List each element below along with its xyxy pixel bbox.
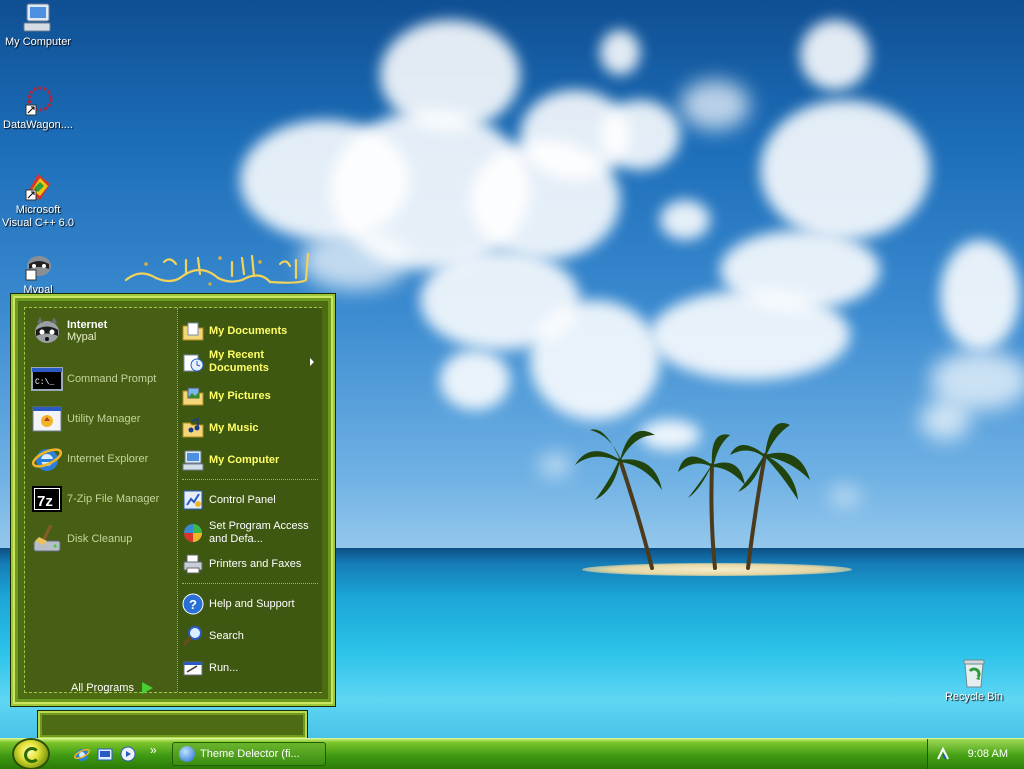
menu-item-label: My Recent Documents xyxy=(209,349,269,374)
quick-launch-media-player-icon[interactable] xyxy=(120,746,136,762)
start-menu: Internet Mypal C:\_ Command Prompt Utili… xyxy=(10,293,336,707)
menu-item-7zip[interactable]: 7z 7-Zip File Manager xyxy=(31,482,159,516)
pinned-title: Internet xyxy=(67,319,108,331)
svg-text:C:\_: C:\_ xyxy=(35,378,54,387)
quick-launch-show-desktop-icon[interactable] xyxy=(97,746,113,762)
quick-launch-ie-icon[interactable] xyxy=(73,746,91,762)
start-menu-right-column: My Documents My Recent Documents My Pict… xyxy=(177,308,322,692)
quick-launch-more-chevron[interactable]: » xyxy=(150,743,157,757)
run-icon xyxy=(182,657,204,679)
menu-item-internet[interactable]: Internet Mypal xyxy=(31,314,107,348)
cmd-icon: C:\_ xyxy=(31,363,63,395)
taskbar-button-theme-delector[interactable]: Theme Delector (fi... xyxy=(172,742,326,766)
calligraphy-ornament xyxy=(124,252,310,286)
menu-item-label: Search xyxy=(209,630,244,642)
menu-item-label: Help and Support xyxy=(209,598,295,610)
ie-icon xyxy=(31,443,63,475)
menu-item-help-support[interactable]: ? Help and Support xyxy=(182,591,295,617)
desktop-icon-mypal[interactable]: Mypal xyxy=(0,250,76,297)
menu-item-label: Utility Manager xyxy=(67,413,141,425)
tray-clock[interactable]: 9:08 AM xyxy=(968,748,1008,760)
menu-item-my-computer[interactable]: My Computer xyxy=(182,447,279,473)
pinned-subtitle: Mypal xyxy=(67,331,97,343)
menu-item-label: Set Program Access and Defa... xyxy=(209,520,309,545)
start-button[interactable] xyxy=(14,740,48,768)
menu-item-label: My Computer xyxy=(209,454,280,466)
submenu-arrow-icon xyxy=(310,358,314,366)
menu-item-label: Run... xyxy=(209,662,239,674)
menu-item-internet-explorer[interactable]: Internet Explorer xyxy=(31,442,148,476)
recent-documents-icon xyxy=(182,351,204,373)
printer-icon xyxy=(182,553,204,575)
menu-item-label: Internet Explorer xyxy=(67,453,149,465)
menu-item-run[interactable]: Run... xyxy=(182,655,238,681)
my-computer-icon xyxy=(22,2,54,34)
menu-item-label: My Music xyxy=(209,422,259,434)
all-programs-button[interactable]: All Programs xyxy=(71,682,153,695)
menu-item-my-recent-documents[interactable]: My Recent Documents xyxy=(182,346,318,378)
control-panel-icon xyxy=(182,489,204,511)
disk-cleanup-icon xyxy=(31,523,63,555)
my-computer-icon xyxy=(182,449,204,471)
menu-item-control-panel[interactable]: Control Panel xyxy=(182,487,276,513)
palm-trees-image xyxy=(575,423,810,570)
documents-folder-icon xyxy=(182,320,204,342)
start-menu-body: Internet Mypal C:\_ Command Prompt Utili… xyxy=(24,307,322,695)
menu-item-printers-faxes[interactable]: Printers and Faxes xyxy=(182,551,301,577)
7zip-icon: 7z xyxy=(31,483,63,515)
recycle-bin-icon xyxy=(958,657,990,689)
raccoon-icon xyxy=(22,250,54,282)
desktop-icon-label: Microsoft Visual C++ 6.0 xyxy=(2,204,74,229)
menu-separator xyxy=(182,479,318,481)
menu-item-my-music[interactable]: My Music xyxy=(182,415,259,441)
svg-text:?: ? xyxy=(189,597,197,612)
menu-item-my-documents[interactable]: My Documents xyxy=(182,318,287,344)
taskbar: » Theme Delector (fi... 9:08 AM xyxy=(0,738,1024,769)
pictures-folder-icon xyxy=(182,385,204,407)
program-access-icon xyxy=(182,522,204,544)
menu-item-command-prompt[interactable]: C:\_ Command Prompt xyxy=(31,362,156,396)
menu-item-label: 7-Zip File Manager xyxy=(67,493,160,505)
menu-item-label: Printers and Faxes xyxy=(209,558,302,570)
desktop-icon-recycle-bin[interactable]: Recycle Bin xyxy=(936,657,1012,704)
menu-separator xyxy=(182,583,318,585)
start-menu-footer xyxy=(37,710,308,740)
taskbar-button-label: Theme Delector (fi... xyxy=(200,748,300,760)
menu-item-label: My Documents xyxy=(209,325,288,337)
search-icon xyxy=(182,625,204,647)
raccoon-icon xyxy=(31,315,63,347)
system-tray: 9:08 AM xyxy=(927,739,1024,769)
desktop-icon-label: DataWagon.... xyxy=(3,119,73,131)
start-menu-left-column: Internet Mypal C:\_ Command Prompt Utili… xyxy=(25,308,171,695)
menu-item-label: My Pictures xyxy=(209,390,271,402)
menu-item-label: Control Panel xyxy=(209,494,276,506)
menu-item-disk-cleanup[interactable]: Disk Cleanup xyxy=(31,522,132,556)
menu-item-utility-manager[interactable]: Utility Manager xyxy=(31,402,140,436)
menu-item-label: Disk Cleanup xyxy=(67,533,133,545)
menu-item-search[interactable]: Search xyxy=(182,623,244,649)
tray-network-icon[interactable] xyxy=(936,746,950,761)
music-folder-icon xyxy=(182,417,204,439)
desktop-icon-my-computer[interactable]: My Computer xyxy=(0,2,76,49)
menu-item-set-program-access[interactable]: Set Program Access and Defa... xyxy=(182,517,318,549)
menu-item-my-pictures[interactable]: My Pictures xyxy=(182,383,271,409)
visual-cpp-icon xyxy=(22,170,54,202)
desktop-icon-label: My Computer xyxy=(4,36,72,48)
all-programs-label: All Programs xyxy=(71,682,134,694)
desktop-icon-label: Recycle Bin xyxy=(944,691,1004,703)
desktop-icon-datawagon[interactable]: DataWagon.... xyxy=(0,85,76,132)
menu-item-label: Command Prompt xyxy=(67,373,157,385)
green-arrow-icon xyxy=(141,682,153,695)
help-icon: ? xyxy=(182,593,204,615)
utility-manager-icon xyxy=(31,403,63,435)
desktop-icon-visual-cpp[interactable]: Microsoft Visual C++ 6.0 xyxy=(0,170,76,230)
svg-text:7z: 7z xyxy=(37,493,53,510)
theme-delector-icon xyxy=(179,746,195,762)
datawagon-icon xyxy=(22,85,54,117)
